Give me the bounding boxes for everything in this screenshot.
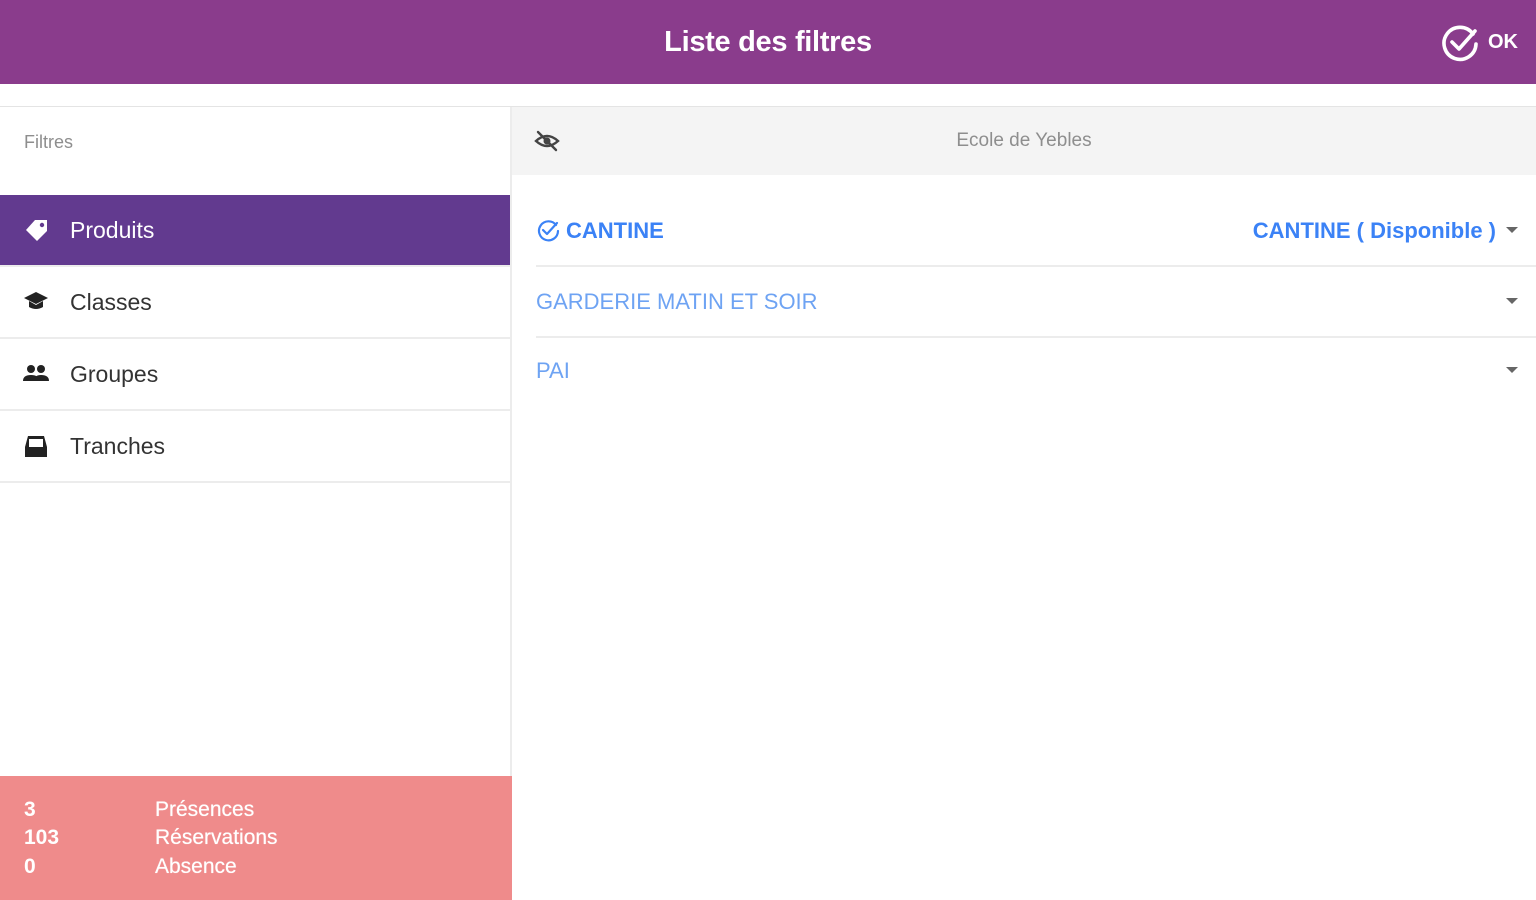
- sidebar-item-label: Tranches: [70, 432, 166, 459]
- attendance-summary: 3 Présences 103 Réservations 0 Absence: [0, 776, 512, 900]
- product-name: GARDERIE MATIN ET SOIR: [536, 289, 818, 314]
- product-panel: Ecole de Yebles CANTINE CANTINE ( Dispon…: [512, 107, 1536, 900]
- chevron-down-icon[interactable]: [1506, 298, 1518, 304]
- school-name: Ecole de Yebles: [956, 130, 1092, 151]
- top-bar: Liste des filtres OK: [0, 0, 1536, 84]
- product-selected-value[interactable]: CANTINE ( Disponible ): [1253, 196, 1496, 265]
- product-name: PAI: [536, 358, 570, 383]
- product-row-cantine[interactable]: CANTINE CANTINE ( Disponible ): [536, 196, 1536, 267]
- chevron-down-icon[interactable]: [1506, 227, 1518, 233]
- sidebar-heading: Filtres: [24, 132, 73, 152]
- stat-label: Absence: [155, 855, 237, 878]
- sidebar-item-groupes[interactable]: Groupes: [0, 339, 510, 411]
- graduation-cap-icon: [24, 292, 48, 309]
- stat-value: 3: [24, 798, 36, 821]
- header-divider: [0, 84, 1536, 107]
- sidebar-item-tranches[interactable]: Tranches: [0, 411, 510, 483]
- sidebar-item-label: Classes: [70, 288, 152, 315]
- page-title: Liste des filtres: [664, 26, 872, 58]
- sidebar-item-produits[interactable]: Produits: [0, 195, 510, 267]
- check-circle-icon: [1442, 25, 1478, 62]
- stat-label: Réservations: [155, 826, 278, 849]
- check-circle-icon: [537, 220, 560, 242]
- tag-icon: [26, 220, 47, 241]
- sidebar-item-label: Groupes: [70, 360, 159, 387]
- sidebar-item-label: Produits: [70, 216, 155, 243]
- stat-value: 0: [24, 855, 36, 878]
- ok-label: OK: [1488, 30, 1518, 53]
- sidebar-item-classes[interactable]: Classes: [0, 267, 510, 339]
- inbox-icon: [25, 436, 47, 457]
- product-name: CANTINE: [566, 218, 664, 243]
- product-row-garderie[interactable]: GARDERIE MATIN ET SOIR: [536, 267, 1536, 338]
- ok-button[interactable]: OK: [1440, 20, 1518, 64]
- chevron-down-icon[interactable]: [1506, 367, 1518, 373]
- stat-value: 103: [24, 826, 60, 849]
- stat-label: Présences: [155, 798, 255, 821]
- people-icon: [23, 365, 49, 381]
- school-header: Ecole de Yebles: [512, 107, 1536, 175]
- product-row-pai[interactable]: PAI: [536, 336, 1536, 405]
